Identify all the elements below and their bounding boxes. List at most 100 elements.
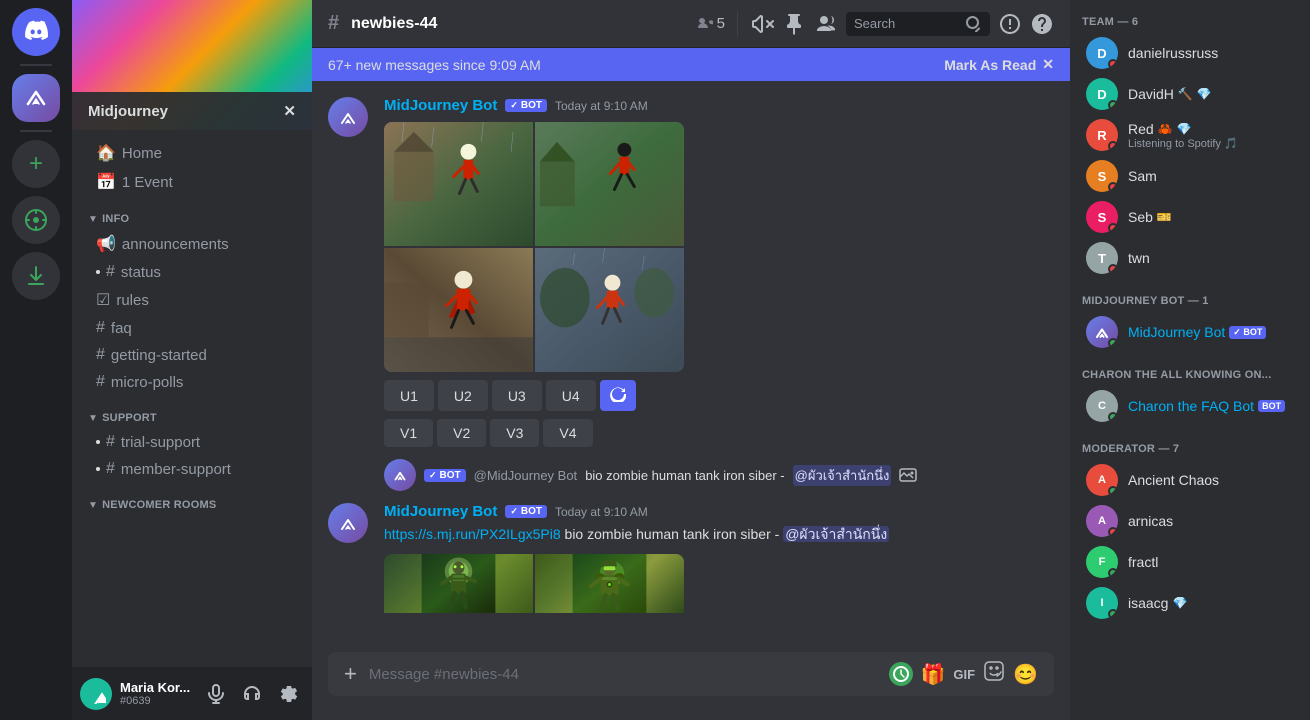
mute-channel-button[interactable] xyxy=(750,12,774,36)
sticker-button[interactable] xyxy=(983,660,1005,688)
channel-rules[interactable]: ☑ rules xyxy=(80,286,304,314)
inbox-button[interactable] xyxy=(998,12,1022,36)
mark-as-read-button[interactable]: Mark As Read ✕ xyxy=(944,56,1054,73)
u4-button[interactable]: U4 xyxy=(546,380,596,411)
section-header-moderator: MODERATOR — 7 xyxy=(1070,427,1310,459)
midjourney-server-icon[interactable] xyxy=(12,74,60,122)
header-divider xyxy=(737,12,738,36)
refresh-button[interactable] xyxy=(600,380,636,411)
v4-button[interactable]: V4 xyxy=(543,419,592,447)
member-name-twn: twn xyxy=(1128,250,1150,266)
headset-button[interactable] xyxy=(236,678,268,710)
zombie-image-grid[interactable] xyxy=(384,554,684,652)
sidebar-item-home[interactable]: 🏠 Home xyxy=(80,139,304,167)
channel-hash-icon: # xyxy=(328,12,339,35)
user-avatar[interactable] xyxy=(80,678,112,710)
megaphone-icon: 📢 xyxy=(96,234,116,254)
message-group-zombie: MidJourney Bot ✓ BOT Today at 9:10 AM ht… xyxy=(328,503,1054,652)
badge-hammer: 🔨 xyxy=(1178,87,1193,101)
member-info-davidh: DavidH 🔨 💎 xyxy=(1128,86,1212,102)
v1-button[interactable]: V1 xyxy=(384,419,433,447)
mic-button[interactable] xyxy=(200,678,232,710)
message-header-zombie: MidJourney Bot ✓ BOT Today at 9:10 AM xyxy=(384,503,1054,520)
channel-member-support[interactable]: # member-support xyxy=(80,456,304,482)
mj-link-zombie[interactable]: https://s.mj.run/PX2ILgx5Pi8 xyxy=(384,526,561,542)
member-ancient-chaos[interactable]: A Ancient Chaos xyxy=(1074,460,1306,500)
image-cell-2 xyxy=(535,122,684,246)
status-online xyxy=(1108,100,1118,110)
member-arnicas[interactable]: A arnicas xyxy=(1074,501,1306,541)
member-danielrussruss[interactable]: D danielrussruss xyxy=(1074,33,1306,73)
help-button[interactable] xyxy=(1030,12,1054,36)
member-info-red: Red 🦀 💎 Listening to Spotify 🎵 xyxy=(1128,121,1238,150)
user-tag: #0639 xyxy=(120,695,192,707)
member-sam[interactable]: S Sam xyxy=(1074,156,1306,196)
bot-avatar-2[interactable] xyxy=(328,503,368,543)
zombie-mention[interactable]: @ผัวเจ้าสำนักนึ่ง xyxy=(783,526,889,542)
member-twn[interactable]: T twn xyxy=(1074,238,1306,278)
bot-badge-1: ✓ BOT xyxy=(505,99,547,112)
category-support[interactable]: ▼ SUPPORT xyxy=(72,396,312,428)
channel-micro-polls[interactable]: # micro-polls xyxy=(80,369,304,395)
sidebar-header: Midjourney ✕ xyxy=(72,0,312,130)
member-info-arnicas: arnicas xyxy=(1128,513,1173,529)
download-apps-button[interactable] xyxy=(12,252,60,300)
image-icon[interactable] xyxy=(899,466,917,484)
explore-servers-button[interactable] xyxy=(12,196,60,244)
u1-button[interactable]: U1 xyxy=(384,380,434,411)
avatar-fractl: F xyxy=(1086,546,1118,578)
channel-announcements[interactable]: 📢 announcements xyxy=(80,230,304,258)
add-attachment-button[interactable]: + xyxy=(344,661,357,687)
small-bot-avatar xyxy=(384,459,416,491)
member-name-row-red: Red 🦀 💎 xyxy=(1128,121,1238,137)
add-server-button[interactable]: + xyxy=(12,140,60,188)
avatar-sam: S xyxy=(1086,160,1118,192)
bot-tag-charon: BOT xyxy=(1258,400,1285,412)
sidebar-item-events[interactable]: 📅 1 Event xyxy=(80,168,304,196)
settings-button[interactable] xyxy=(272,678,304,710)
u2-button[interactable]: U2 xyxy=(438,380,488,411)
member-mj-bot[interactable]: MidJourney Bot ✓ BOT xyxy=(1074,312,1306,352)
footer-controls xyxy=(200,678,304,710)
member-name-row-mj-bot: MidJourney Bot ✓ BOT xyxy=(1128,324,1266,340)
member-red[interactable]: R Red 🦀 💎 Listening to Spotify 🎵 xyxy=(1074,115,1306,155)
member-sub-red: Listening to Spotify 🎵 xyxy=(1128,137,1238,150)
member-seb[interactable]: S Seb 🎫 xyxy=(1074,197,1306,237)
message-header-1: MidJourney Bot ✓ BOT Today at 9:10 AM xyxy=(384,97,1054,114)
pin-button[interactable] xyxy=(782,12,806,36)
message-input[interactable]: Message #newbies-44 xyxy=(369,666,889,683)
gif-button[interactable]: GIF xyxy=(953,667,975,682)
member-name-row-charon: Charon the FAQ Bot BOT xyxy=(1128,398,1285,414)
server-name[interactable]: Midjourney ✕ xyxy=(72,92,312,130)
v3-button[interactable]: V3 xyxy=(490,419,539,447)
member-davidh[interactable]: D DavidH 🔨 💎 xyxy=(1074,74,1306,114)
v2-button[interactable]: V2 xyxy=(437,419,486,447)
category-newcomer-rooms[interactable]: ▼ NEWCOMER ROOMS xyxy=(72,483,312,515)
u3-button[interactable]: U3 xyxy=(492,380,542,411)
category-info[interactable]: ▼ INFO xyxy=(72,197,312,229)
gift-button[interactable]: 🎁 xyxy=(921,662,946,687)
channel-header-name: newbies-44 xyxy=(351,15,437,33)
anime-image-grid[interactable] xyxy=(384,122,684,372)
emoji-button[interactable]: 😊 xyxy=(1013,662,1038,687)
member-name-seb: Seb xyxy=(1128,209,1153,225)
new-messages-banner: 67+ new messages since 9:09 AM Mark As R… xyxy=(312,48,1070,81)
bot-mention-prefix: ✓ BOT @MidJourney Bot bio zombie human t… xyxy=(328,459,1054,495)
members-button[interactable] xyxy=(814,12,838,36)
channel-faq[interactable]: # faq xyxy=(80,315,304,341)
bot-avatar-1[interactable] xyxy=(328,97,368,137)
discord-home-button[interactable] xyxy=(12,8,60,56)
search-bar[interactable]: Search xyxy=(846,12,990,36)
channel-status[interactable]: # status xyxy=(80,259,304,285)
message-input-box[interactable]: + Message #newbies-44 🎁 GIF 😊 xyxy=(328,652,1054,696)
member-charon[interactable]: C Charon the FAQ Bot BOT xyxy=(1074,386,1306,426)
image-cell-3 xyxy=(384,248,533,372)
member-name-row-seb: Seb 🎫 xyxy=(1128,209,1172,225)
user-mention-prefix[interactable]: @ผัวเจ้าสำนักนึ่ง xyxy=(793,465,892,486)
member-name-ancient-chaos: Ancient Chaos xyxy=(1128,472,1219,488)
member-isaacg[interactable]: I isaacg 💎 xyxy=(1074,583,1306,623)
channel-getting-started[interactable]: # getting-started xyxy=(80,342,304,368)
channel-trial-support[interactable]: # trial-support xyxy=(80,429,304,455)
member-fractl[interactable]: F fractl xyxy=(1074,542,1306,582)
search-input[interactable]: Search xyxy=(854,16,962,31)
